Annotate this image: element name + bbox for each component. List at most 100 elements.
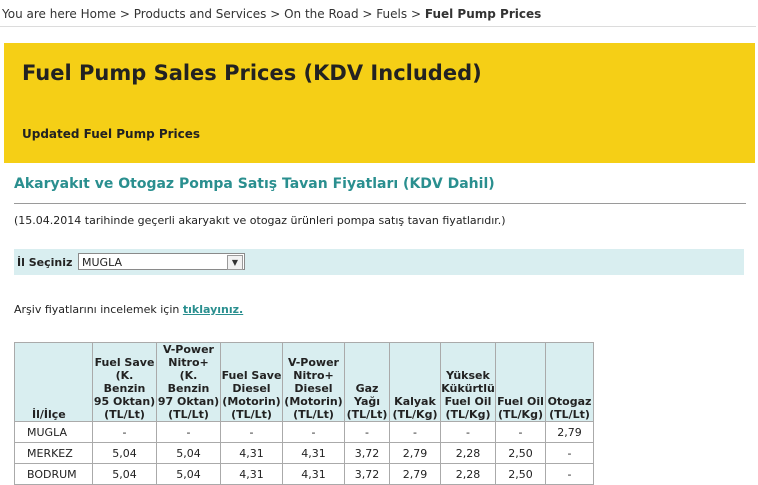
column-header-line: (TL/Lt) [346,408,388,421]
column-header-line: Diesel [232,382,271,395]
column-header: Yüksek Kükürtlü Fuel Oil (TL/Kg) [440,342,496,422]
city-name-cell: BODRUM [14,463,93,485]
breadcrumb-link-home[interactable]: Home [81,7,116,21]
table-header-row: İl/İlçe Fuel Save (K. Benzin 95 Oktan) (TL/L… [14,342,594,422]
column-header-line: (TL/Lt) [104,408,145,421]
price-cell: 5,04 [156,463,221,485]
fuel-price-table: İl/İlçe Fuel Save (K. Benzin 95 Oktan) (TL/L… [14,342,594,485]
price-cell: 2,50 [495,442,546,464]
column-header-line: (TL/Kg) [445,408,491,421]
column-header: Kalyak (TL/Kg) [389,342,441,422]
city-select-label: İl Seçiniz [17,256,73,269]
price-cell: 3,72 [344,442,390,464]
column-header-line: (K. Benzin [103,369,146,395]
price-cell: 4,31 [282,463,345,485]
column-header-line: Diesel [294,382,333,395]
archive-line: Arşiv fiyatlarını incelemek için tıklayı… [14,303,243,316]
column-header-line: Fuel Save [94,356,155,369]
section-divider [14,203,746,204]
chevron-down-icon[interactable]: ▼ [227,255,243,270]
price-cell: - [495,421,546,443]
price-cell: - [92,421,157,443]
breadcrumb-link-products[interactable]: Products and Services [134,7,267,21]
column-header: Gaz Yağı (TL/Lt) [344,342,390,422]
breadcrumb: You are here Home > Products and Service… [2,7,541,21]
column-header-line: Fuel Oil [497,395,544,408]
city-select-value: MUGLA [82,256,122,269]
column-header-line: Yüksek [446,369,490,382]
price-cell: 2,79 [389,442,441,464]
price-cell: 4,31 [282,442,345,464]
price-cell: - [220,421,283,443]
price-cell: - [156,421,221,443]
column-header-line: V-Power [163,343,214,356]
city-name-cell: MUGLA [14,421,93,443]
table-row: MERKEZ 5,04 5,04 4,31 4,31 3,72 2,79 2,28 2,50- [14,442,594,464]
price-cell: 2,79 [545,421,594,443]
column-header-line: İl/İlçe [32,408,66,421]
column-header-line: (TL/Lt) [293,408,334,421]
column-header-line: Fuel Oil [444,395,492,408]
column-header-line: Kükürtlü [441,382,495,395]
column-header-line: (Motorin) [222,395,281,408]
column-header-line: Yağı [353,395,381,408]
column-header-line: Otogaz [547,395,592,408]
price-cell: 5,04 [156,442,221,464]
column-header-line: 95 Oktan) [93,395,156,408]
breadcrumb-separator: > [119,7,130,21]
price-cell: - [344,421,390,443]
column-header-line: (Motorin) [284,395,343,408]
column-header-line: Fuel Save [221,369,282,382]
archive-link[interactable]: tıklayınız. [183,303,243,316]
price-cell: 2,79 [389,463,441,485]
price-cell: 2,28 [440,442,496,464]
hero-banner: Fuel Pump Sales Prices (KDV Included) Up… [4,43,755,163]
column-header-line: (TL/Lt) [549,408,590,421]
page-subtitle: Updated Fuel Pump Prices [22,127,201,141]
city-select[interactable]: MUGLA ▼ [78,253,245,270]
column-header-line: Gaz [355,382,379,395]
city-name-cell: MERKEZ [14,442,93,464]
breadcrumb-separator: > [270,7,281,21]
column-header-line: Nitro+ [293,369,334,382]
price-cell: - [282,421,345,443]
column-header: V-Power Nitro+ (K. Benzin 97 Oktan) (TL/Lt) [156,342,221,422]
column-header: Otogaz (TL/Lt) [545,342,594,422]
column-header: İl/İlçe [14,342,93,422]
price-cell: 2,28 [440,463,496,485]
price-cell: - [545,442,594,464]
column-header-line: 97 Oktan) [157,395,220,408]
page-title: Fuel Pump Sales Prices (KDV Included) [22,61,482,85]
price-cell: - [440,421,496,443]
price-cell: 5,04 [92,442,157,464]
price-cell: - [545,463,594,485]
table-row: MUGLA - - - - - - - -2,79 [14,421,594,443]
column-header: Fuel Save Diesel (Motorin) (TL/Lt) [220,342,283,422]
price-cell: 4,31 [220,463,283,485]
breadcrumb-link-on-the-road[interactable]: On the Road [284,7,358,21]
column-header-line: (TL/Kg) [392,408,438,421]
breadcrumb-prefix: You are here [2,7,77,21]
price-cell: - [389,421,441,443]
validity-note: (15.04.2014 tarihinde geçerli akaryakıt … [14,214,506,227]
breadcrumb-link-fuels[interactable]: Fuels [376,7,407,21]
column-header-line: (TL/Lt) [168,408,209,421]
breadcrumb-separator: > [362,7,373,21]
column-header-line: (K. Benzin [167,369,210,395]
column-header-line: Kalyak [394,395,436,408]
price-cell: 3,72 [344,463,390,485]
breadcrumb-separator: > [410,7,422,21]
column-header: Fuel Save (K. Benzin 95 Oktan) (TL/Lt) [92,342,157,422]
price-cell: 5,04 [92,463,157,485]
column-header-line: (TL/Lt) [231,408,272,421]
price-cell: 4,31 [220,442,283,464]
table-row: BODRUM 5,04 5,04 4,31 4,31 3,72 2,79 2,28 2,50- [14,463,594,485]
table-body: MUGLA - - - - - - - -2,79 MERKEZ 5,04 5,04 4,31 4,31 3… [14,421,594,485]
column-header-line: Nitro+ [168,356,209,369]
column-header-line: V-Power [288,356,339,369]
breadcrumb-divider [0,26,756,27]
price-cell: 2,50 [495,463,546,485]
column-header-line: (TL/Kg) [498,408,543,421]
city-select-bar: İl Seçiniz MUGLA ▼ [14,249,744,275]
archive-text: Arşiv fiyatlarını incelemek için [14,303,180,316]
